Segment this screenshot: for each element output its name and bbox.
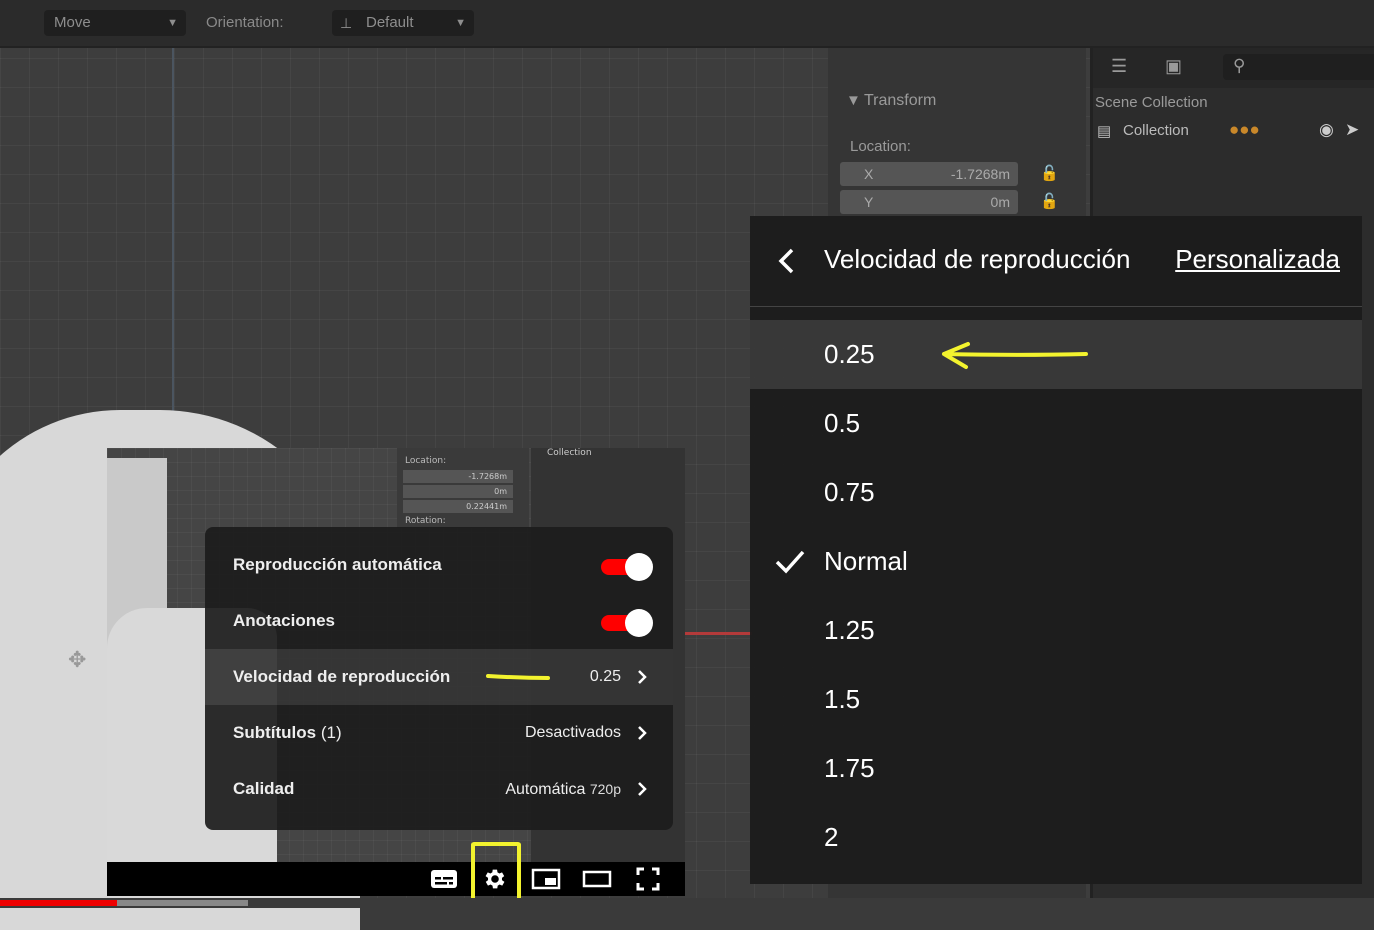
speed-option-label: 0.5 [824, 408, 861, 438]
orientation-value: Default [366, 14, 414, 31]
tool-dropdown[interactable]: Move ▼ [44, 10, 186, 36]
y-value: 0m [990, 194, 1010, 210]
mini-properties: Location: -1.7268m 0m 0.22441m Rotation: [397, 448, 529, 528]
light-icon: ●●● [1229, 120, 1260, 139]
theater-icon[interactable] [582, 866, 612, 892]
settings-menu: Reproducción automática Anotaciones Velo… [205, 527, 673, 830]
custom-speed-link[interactable]: Personalizada [1175, 244, 1340, 275]
progress-bar[interactable] [0, 898, 1374, 908]
lock-icon[interactable]: 🔓 [1040, 192, 1059, 210]
autoplay-toggle[interactable] [601, 551, 653, 581]
playback-speed-label: Velocidad de reproducción [233, 667, 451, 686]
display-mode-icon[interactable]: ☰ [1111, 56, 1127, 77]
collection-label[interactable]: Collection [1123, 122, 1189, 139]
annotations-label: Anotaciones [233, 611, 336, 630]
mini-rotation-label: Rotation: [405, 516, 446, 526]
speed-option[interactable]: 1.75 [750, 734, 1362, 803]
x-axis-line [680, 632, 752, 635]
blender-header: Move ▼ Orientation: ⊥ Default ▼ [0, 0, 1374, 48]
speed-option[interactable]: 0.5 [750, 389, 1362, 458]
speed-option-label: 0.75 [824, 477, 875, 507]
location-label: Location: [850, 138, 911, 155]
mini-z-field: 0.22441m [403, 500, 513, 513]
outliner-search[interactable]: ⚲ [1223, 54, 1374, 80]
quality-label: Calidad [233, 779, 295, 798]
collapse-triangle-icon: ▼ [846, 92, 861, 109]
mini-x-field: -1.7268m [403, 470, 513, 483]
subtitles-icon[interactable] [429, 866, 459, 892]
speed-option[interactable]: 1.5 [750, 665, 1362, 734]
menu-item-quality[interactable]: Calidad Automática 720p [205, 761, 673, 817]
mini-location-label: Location: [405, 456, 447, 466]
chevron-right-icon [638, 726, 647, 740]
fullscreen-icon[interactable] [633, 866, 663, 892]
menu-item-annotations[interactable]: Anotaciones [205, 593, 673, 649]
annotations-toggle[interactable] [601, 607, 653, 637]
x-value: -1.7268m [950, 166, 1010, 182]
yellow-underline-annotation [486, 674, 550, 680]
search-icon: ⚲ [1233, 56, 1246, 75]
chevron-right-icon [638, 782, 647, 796]
orientation-label: Orientation: [206, 14, 284, 31]
mini-x-value: -1.7268m [468, 472, 507, 481]
buffered-bar [117, 900, 248, 906]
speed-option-label: 1.75 [824, 753, 875, 783]
mini-y-value: 0m [494, 487, 507, 496]
quality-value: Automática 720p [505, 781, 621, 798]
lock-icon[interactable]: 🔓 [1040, 164, 1059, 182]
playback-speed-panel: Velocidad de reproducción Personalizada … [750, 216, 1362, 884]
playback-speed-value: 0.25 [589, 668, 621, 685]
autoplay-label: Reproducción automática [233, 555, 442, 574]
y-axis-line [172, 48, 174, 448]
menu-item-playback-speed[interactable]: Velocidad de reproducción 0.25 [205, 649, 673, 705]
speed-option[interactable]: Normal [750, 527, 1362, 596]
chevron-down-icon: ▼ [455, 17, 466, 29]
speed-option-label: Normal [824, 546, 908, 576]
collection-icon: ▤ [1097, 123, 1112, 140]
outliner-header: ☰ ▣ ⚲ [1093, 48, 1374, 88]
location-x-field[interactable]: X -1.7268m [840, 162, 1018, 186]
speed-option-label: 1.25 [824, 615, 875, 645]
location-y-field[interactable]: Y 0m [840, 190, 1018, 214]
filter-icon[interactable]: ▣ [1165, 56, 1182, 77]
back-arrow-icon[interactable] [774, 246, 798, 276]
speed-option-label: 0.25 [824, 339, 875, 369]
speed-option-label: 2 [824, 822, 839, 852]
orientation-icon: ⊥ [340, 15, 353, 31]
chevron-down-icon: ▼ [167, 17, 178, 29]
miniplayer-icon[interactable] [531, 866, 561, 892]
mini-y-field: 0m [403, 485, 513, 498]
speed-option[interactable]: 0.25 [750, 320, 1362, 389]
played-bar [0, 900, 117, 906]
y-label: Y [864, 194, 874, 210]
orientation-dropdown[interactable]: ⊥ Default ▼ [332, 10, 474, 36]
x-label: X [864, 166, 874, 182]
speed-option[interactable]: 0.75 [750, 458, 1362, 527]
speed-option[interactable]: 2 [750, 803, 1362, 872]
transform-header: Transform [864, 92, 937, 109]
scene-collection-label: Scene Collection [1095, 94, 1208, 111]
menu-item-autoplay[interactable]: Reproducción automática [205, 537, 673, 593]
tool-dropdown-label: Move [54, 14, 91, 31]
player-controls [107, 862, 685, 896]
mini-z-value: 0.22441m [466, 502, 507, 511]
speed-panel-title: Velocidad de reproducción [824, 244, 1131, 274]
mini-collection-label: Collection [547, 448, 592, 458]
chevron-right-icon [638, 670, 647, 684]
menu-item-subtitles[interactable]: Subtítulos (1) Desactivados [205, 705, 673, 761]
speed-panel-header: Velocidad de reproducción Personalizada [750, 216, 1362, 307]
checkmark-icon [775, 550, 805, 574]
move-gizmo-icon: ✥ [68, 648, 87, 673]
speed-option[interactable]: 1.25 [750, 596, 1362, 665]
speed-option-label: 1.5 [824, 684, 861, 714]
eye-icon[interactable]: ◉ [1319, 120, 1334, 140]
select-icon[interactable]: ➤ [1345, 120, 1359, 140]
subtitles-label: Subtítulos (1) [233, 723, 342, 742]
subtitles-value: Desactivados [524, 724, 621, 741]
yellow-arrow-annotation [942, 342, 1088, 369]
